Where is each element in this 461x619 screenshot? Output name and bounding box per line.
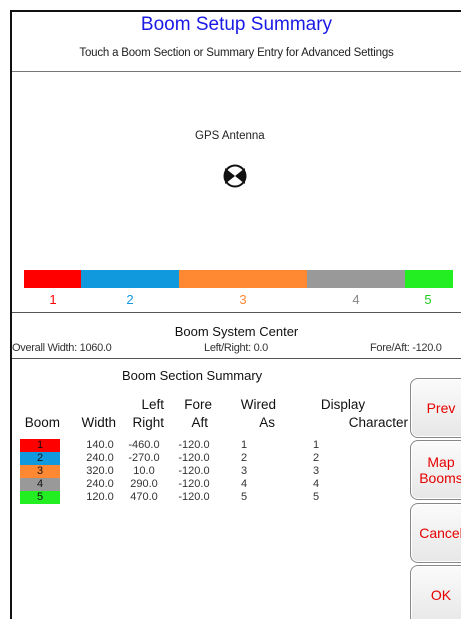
- ok-button[interactable]: OK: [410, 565, 461, 619]
- cell-display: 1: [312, 439, 320, 451]
- system-center-title: Boom System Center: [174, 324, 299, 339]
- cell-wired-as: 3: [240, 465, 248, 477]
- cell-left-right: -270.0: [128, 452, 160, 464]
- boom-section-2-bar[interactable]: [81, 270, 179, 288]
- cell-display: 2: [312, 452, 320, 464]
- boom-section-5-number: 5: [424, 292, 432, 307]
- col-header-fore: Fore: [184, 397, 212, 412]
- left-right-value[interactable]: Left/Right: 0.0: [204, 342, 268, 354]
- cell-fore-aft: -120.0: [178, 478, 210, 490]
- boom-swatch-1[interactable]: 1: [20, 439, 60, 452]
- cell-fore-aft: -120.0: [178, 452, 210, 464]
- col-header-wired: Wired: [240, 397, 276, 412]
- boom-swatch-4[interactable]: 4: [20, 478, 60, 491]
- cell-wired-as: 1: [240, 439, 248, 451]
- boom-swatch-3[interactable]: 3: [20, 465, 60, 478]
- section-summary-title: Boom Section Summary: [122, 368, 263, 383]
- divider: [12, 358, 461, 359]
- cell-left-right: 470.0: [130, 491, 158, 503]
- boom-section-4-number: 4: [352, 292, 360, 307]
- boom-section-1-number: 1: [49, 292, 57, 307]
- col-header-width: Width: [81, 415, 116, 430]
- divider: [12, 312, 461, 313]
- fore-aft-value[interactable]: Fore/Aft: -120.0: [370, 342, 442, 354]
- cell-wired-as: 2: [240, 452, 248, 464]
- gps-antenna-icon: [223, 164, 247, 188]
- cell-width: 240.0: [86, 452, 114, 464]
- page-subtitle: Touch a Boom Section or Summary Entry fo…: [79, 47, 394, 59]
- cell-left-right: 10.0: [133, 465, 155, 477]
- cell-width: 320.0: [86, 465, 114, 477]
- boom-section-5-bar[interactable]: [405, 270, 453, 288]
- col-header-right: Right: [132, 415, 164, 430]
- col-header-aft: Aft: [191, 415, 208, 430]
- boom-section-3-number: 3: [239, 292, 247, 307]
- boom-setup-screen: Boom Setup Summary Touch a Boom Section …: [10, 10, 461, 619]
- col-header-character: Character: [348, 415, 408, 430]
- cell-width: 240.0: [86, 478, 114, 490]
- divider: [12, 71, 461, 72]
- cell-display: 5: [312, 491, 320, 503]
- cell-left-right: 290.0: [130, 478, 158, 490]
- cell-width: 120.0: [86, 491, 114, 503]
- gps-antenna-label: GPS Antenna: [195, 130, 265, 142]
- boom-section-1-bar[interactable]: [24, 270, 81, 288]
- boom-section-2-number: 2: [126, 292, 134, 307]
- boom-swatch-5[interactable]: 5: [20, 491, 60, 504]
- map-booms-button[interactable]: Map Booms: [410, 440, 461, 500]
- prev-button[interactable]: Prev: [410, 378, 461, 438]
- col-header-left: Left: [141, 397, 164, 412]
- col-header-boom: Boom: [24, 415, 60, 430]
- cell-display: 4: [312, 478, 320, 490]
- boom-swatch-2[interactable]: 2: [20, 452, 60, 465]
- overall-width-value[interactable]: Overall Width: 1060.0: [12, 342, 112, 354]
- cell-fore-aft: -120.0: [178, 439, 210, 451]
- cell-fore-aft: -120.0: [178, 465, 210, 477]
- cell-fore-aft: -120.0: [178, 491, 210, 503]
- cell-wired-as: 4: [240, 478, 248, 490]
- cell-display: 3: [312, 465, 320, 477]
- col-header-display: Display: [320, 397, 366, 412]
- cancel-button[interactable]: Cancel: [410, 503, 461, 563]
- col-header-as: As: [259, 415, 275, 430]
- cell-wired-as: 5: [240, 491, 248, 503]
- page-title: Boom Setup Summary: [140, 14, 333, 35]
- cell-left-right: -460.0: [128, 439, 160, 451]
- boom-section-3-bar[interactable]: [179, 270, 307, 288]
- cell-width: 140.0: [86, 439, 114, 451]
- boom-section-4-bar[interactable]: [307, 270, 405, 288]
